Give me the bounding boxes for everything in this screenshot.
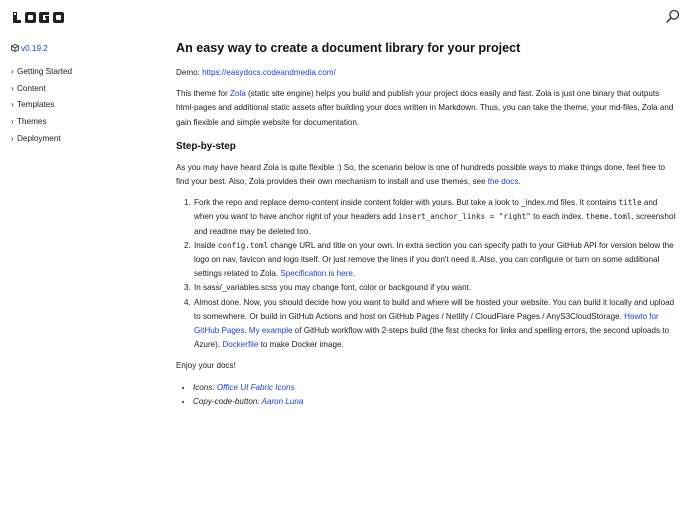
package-icon <box>11 44 19 52</box>
inline-code: insert_anchor_links = "right" <box>398 212 531 222</box>
sidebar-item-getting-started[interactable]: › Getting Started <box>11 63 161 80</box>
steps-list: Fork the repo and replace demo-content i… <box>176 196 678 352</box>
demo-label: Demo: <box>176 68 203 77</box>
sidebar-item-themes[interactable]: › Themes <box>11 113 161 130</box>
dockerfile-link[interactable]: Dockerfile <box>222 340 258 349</box>
scenario-paragraph: As you may have heard Zola is quite flex… <box>176 161 678 189</box>
sidebar-item-templates[interactable]: › Templates <box>11 96 161 113</box>
sidebar: v0.19.2 › Getting Started › Content › Te… <box>11 42 161 146</box>
list-item: Almost done. Now, you should decide how … <box>193 296 678 353</box>
sidebar-item-content[interactable]: › Content <box>11 80 161 97</box>
sidebar-item-label: Getting Started <box>17 66 73 76</box>
list-item: Copy-code-button: Aaron Luna <box>193 395 678 409</box>
inline-code: config.toml <box>217 240 269 250</box>
intro-text: This theme for <box>176 89 230 99</box>
inline-code: title <box>618 198 642 208</box>
intro-paragraph: This theme for Zola (static site engine)… <box>176 87 678 130</box>
page-title: An easy way to create a document library… <box>176 41 521 55</box>
credit-label: Icons: <box>193 382 217 392</box>
main-content: An easy way to create a document library… <box>176 36 678 409</box>
sidebar-item-deployment[interactable]: › Deployment <box>11 130 161 147</box>
copy-button-credit-link[interactable]: Aaron Luna <box>262 397 304 406</box>
step-by-step-heading: Step-by-step <box>176 140 236 152</box>
list-item: Inside config.toml change URL and title … <box>193 239 678 282</box>
sidebar-item-label: Deployment <box>17 133 61 143</box>
scenario-text: . <box>518 177 521 187</box>
demo-link[interactable]: https://easydocs.codeandmedia.com/ <box>202 68 336 77</box>
my-example-link[interactable]: My example <box>249 326 293 335</box>
sidebar-item-label: Themes <box>17 116 47 126</box>
step-text: Almost done. Now, you should decide how … <box>194 297 675 321</box>
step-text: to each index. <box>530 212 586 222</box>
header <box>0 0 688 34</box>
zola-link[interactable]: Zola <box>230 89 246 98</box>
logo[interactable] <box>12 11 68 24</box>
demo-line: Demo: https://easydocs.codeandmedia.com/ <box>176 66 678 80</box>
step-text: to make Docker image. <box>258 340 344 350</box>
sidebar-item-label: Content <box>17 83 46 93</box>
search-icon[interactable] <box>666 9 680 23</box>
version-row: v0.19.2 <box>11 42 161 54</box>
enjoy-text: Enjoy your docs! <box>176 361 236 371</box>
inline-code: theme.toml <box>585 212 632 222</box>
credit-label: Copy-code-button: <box>193 396 262 406</box>
icons-credit-link[interactable]: Office UI Fabric Icons <box>217 383 295 392</box>
specification-link[interactable]: Specification is here <box>280 269 352 278</box>
list-item: Icons: Office UI Fabric Icons <box>193 381 678 395</box>
intro-text: (static site engine) helps you build and… <box>176 89 674 127</box>
docs-link[interactable]: the docs <box>488 177 519 186</box>
credits-list: Icons: Office UI Fabric Icons Copy-code-… <box>176 381 678 409</box>
sidebar-item-label: Templates <box>17 100 55 110</box>
list-item: Fork the repo and replace demo-content i… <box>193 196 678 239</box>
step-text: . <box>352 269 356 279</box>
step-text: Fork the repo and replace demo-content i… <box>194 198 619 208</box>
list-item: In sass/_variables.scss you may change f… <box>193 281 678 295</box>
version-link[interactable]: v0.19.2 <box>21 44 48 53</box>
step-text: Inside <box>194 240 218 250</box>
scenario-text: As you may have heard Zola is quite flex… <box>176 162 666 187</box>
